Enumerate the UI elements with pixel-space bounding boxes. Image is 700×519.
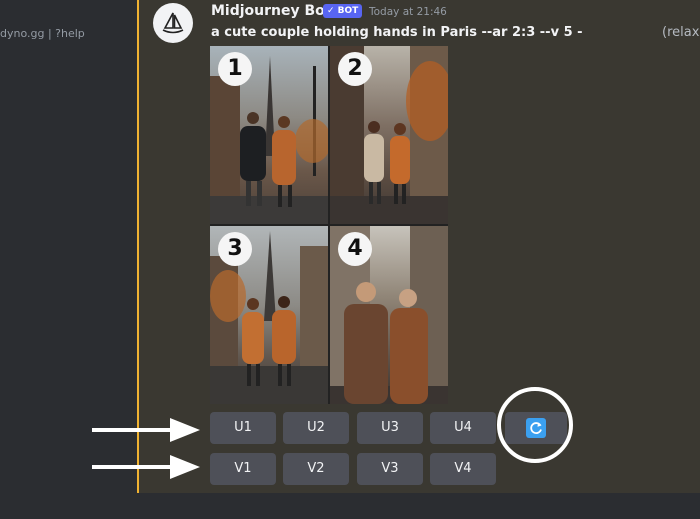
bot-badge: ✓ BOT (323, 4, 363, 18)
refresh-icon (526, 418, 546, 438)
prompt-text: a cute couple holding hands in Paris --a… (211, 25, 583, 40)
arrow-right-icon (92, 455, 200, 479)
variation-button-3[interactable]: V3 (357, 453, 423, 485)
server-help-text: dyno.gg | ?help (0, 27, 85, 40)
grid-image-1[interactable]: 1 (210, 46, 328, 224)
reroll-button[interactable] (505, 412, 567, 444)
bot-username[interactable]: Midjourney Bot (211, 3, 331, 19)
grid-label-3: 3 (218, 232, 252, 266)
upscale-button-1[interactable]: U1 (210, 412, 276, 444)
grid-label-2: 2 (338, 52, 372, 86)
variation-button-4[interactable]: V4 (430, 453, 496, 485)
bot-avatar[interactable] (153, 3, 193, 43)
message-timestamp: Today at 21:46 (369, 6, 447, 18)
arrow-right-icon (92, 418, 200, 442)
message-input-area[interactable] (137, 493, 700, 519)
variation-button-1[interactable]: V1 (210, 453, 276, 485)
grid-image-4[interactable]: 4 (330, 226, 448, 404)
grid-image-2[interactable]: 2 (330, 46, 448, 224)
upscale-button-2[interactable]: U2 (283, 412, 349, 444)
variation-button-2[interactable]: V2 (283, 453, 349, 485)
sailboat-icon (162, 12, 184, 34)
upscale-button-4[interactable]: U4 (430, 412, 496, 444)
prompt-mode-text: (relax (662, 25, 700, 40)
grid-label-1: 1 (218, 52, 252, 86)
image-grid[interactable]: 1 2 3 4 (210, 46, 448, 404)
grid-image-3[interactable]: 3 (210, 226, 328, 404)
upscale-button-3[interactable]: U3 (357, 412, 423, 444)
grid-label-4: 4 (338, 232, 372, 266)
